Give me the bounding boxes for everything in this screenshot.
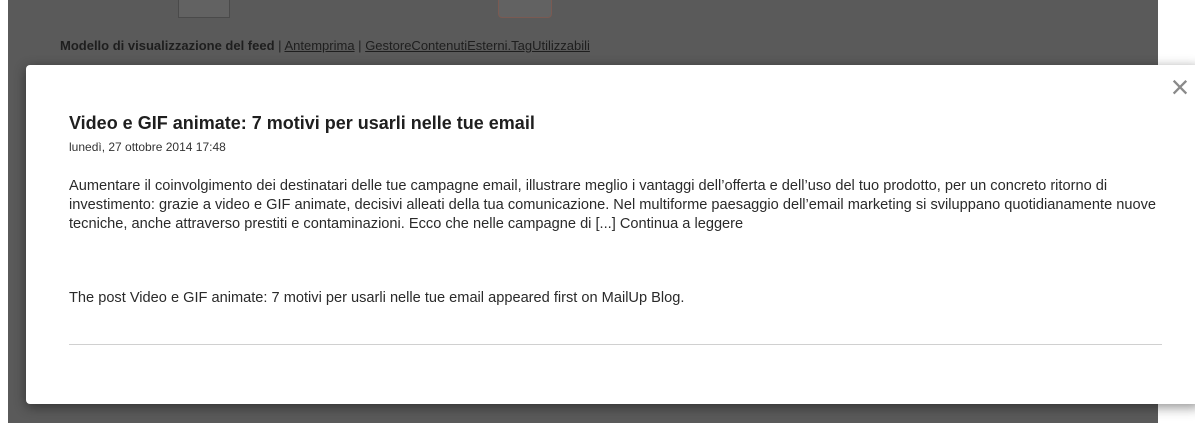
- background-cut-row: [8, 0, 1158, 18]
- post-preview-modal: × Video e GIF animate: 7 motivi per usar…: [26, 65, 1195, 404]
- separator: |: [278, 38, 282, 53]
- separator: |: [358, 38, 362, 53]
- background-input-box: [498, 0, 552, 18]
- post-footer-text: The post Video e GIF animate: 7 motivi p…: [69, 290, 685, 306]
- post-title: Video e GIF animate: 7 motivi per usarli…: [69, 113, 535, 133]
- preview-link[interactable]: Antemprima: [284, 38, 354, 53]
- divider: [69, 344, 1162, 345]
- feed-template-label: Modello di visualizzazione del feed: [60, 38, 275, 53]
- post-date: lunedì, 27 ottobre 2014 17:48: [69, 140, 226, 154]
- read-more-link[interactable]: [...] Continua a leggere: [596, 216, 744, 232]
- close-icon[interactable]: ×: [1165, 71, 1195, 103]
- post-excerpt: Aumentare il coinvolgimento dei destinat…: [69, 177, 1164, 234]
- background-input-box: [178, 0, 230, 18]
- feed-template-line: Modello di visualizzazione del feed | An…: [60, 38, 590, 53]
- usable-tags-link[interactable]: GestoreContenutiEsterni.TagUtilizzabili: [365, 38, 590, 53]
